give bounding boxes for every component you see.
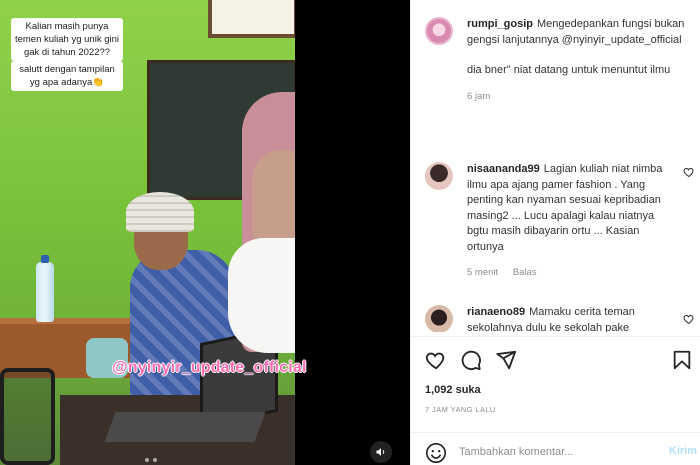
- avatar[interactable]: [425, 17, 453, 45]
- video-watermark: @nyinyir_update_official: [112, 359, 307, 376]
- avatar[interactable]: [425, 162, 453, 190]
- post-timestamp: 7 JAM YANG LALU: [425, 405, 496, 414]
- bookmark-icon[interactable]: [671, 349, 693, 371]
- heart-icon[interactable]: [425, 349, 447, 371]
- laptop-base: [104, 412, 266, 442]
- avatar[interactable]: [425, 305, 453, 332]
- speaker-icon[interactable]: [370, 441, 392, 463]
- speaker-icon-glyph: [376, 448, 385, 456]
- comment-time[interactable]: 5 menit: [467, 267, 498, 278]
- comment-meta: 5 menit Balas: [467, 265, 675, 281]
- heart-icon[interactable]: [683, 166, 695, 178]
- comment-text: Lagian kuliah niat nimba ilmu apa ajang …: [467, 163, 663, 253]
- carousel-dot: [145, 458, 149, 462]
- video-caption: Kalian masih punya temen kuliah yg unik …: [11, 18, 123, 91]
- post-video[interactable]: Kalian masih punya temen kuliah yg unik …: [0, 0, 410, 465]
- caption-line-1: Kalian masih punya temen kuliah yg unik …: [11, 18, 123, 61]
- window-decor: [208, 0, 295, 38]
- comments-panel: rumpi_gosip Mengedepankan fungsi bukan ge…: [410, 0, 700, 465]
- post-comment-button[interactable]: Kirim: [669, 445, 697, 457]
- comment-username[interactable]: rianaeno89: [467, 306, 525, 318]
- caption-line-2: salutt dengan tampilan yg apa adanya👏: [11, 61, 123, 91]
- reply-button[interactable]: Balas: [513, 267, 537, 278]
- like-count[interactable]: 1,092 suka: [425, 384, 481, 396]
- comment-time[interactable]: 6 jam: [467, 91, 490, 102]
- comment-icon[interactable]: [460, 349, 482, 371]
- share-icon[interactable]: [495, 349, 517, 371]
- divider: [411, 432, 700, 433]
- face-mask: [228, 238, 295, 353]
- action-bar: [425, 349, 693, 373]
- divider: [411, 336, 700, 337]
- comment-text-continued: dia bner" niat datang untuk menuntut ilm…: [467, 64, 671, 76]
- carousel-dot: [153, 458, 157, 462]
- comment-list[interactable]: rumpi_gosip Mengedepankan fungsi bukan ge…: [411, 0, 700, 332]
- comment-input[interactable]: [459, 444, 649, 460]
- comment-body: rumpi_gosip Mengedepankan fungsi bukan ge…: [467, 17, 689, 104]
- clap-emoji: 👏: [92, 77, 105, 88]
- heart-icon[interactable]: [683, 313, 695, 325]
- comment-body: nisaananda99 Lagian kuliah niat nimba ilm…: [467, 162, 675, 281]
- add-comment-row: Kirim: [425, 440, 697, 464]
- emoji-icon[interactable]: [425, 442, 447, 464]
- peci-cap: [126, 192, 194, 232]
- chair-decor: [0, 368, 55, 465]
- comment-meta: 6 jam: [467, 89, 689, 105]
- comment-username[interactable]: nisaananda99: [467, 163, 540, 175]
- comment-username[interactable]: rumpi_gosip: [467, 18, 533, 30]
- water-bottle-decor: [36, 255, 54, 322]
- comment-body: rianaeno89 Mamaku cerita teman sekolahnya…: [467, 305, 675, 332]
- carousel-dots: [145, 458, 157, 462]
